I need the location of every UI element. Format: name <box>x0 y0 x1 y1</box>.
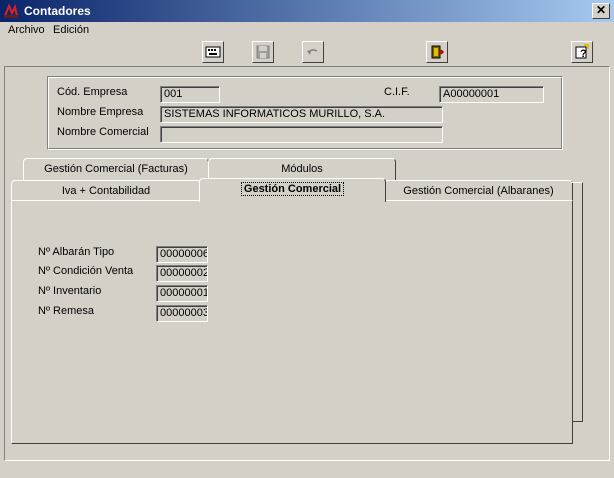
tab-gestion-comercial-label: Gestión Comercial <box>240 182 345 196</box>
menu-edicion[interactable]: Edición <box>53 23 89 39</box>
tab-page-gestion-comercial: Nº Albarán Tipo 00000006 Nº Condición Ve… <box>11 200 573 444</box>
window-title: Contadores <box>24 4 91 18</box>
nombre-empresa-field[interactable]: SISTEMAS INFORMATICOS MURILLO, S.A. <box>160 106 443 123</box>
menu-archivo-label: Archivo <box>8 24 45 36</box>
tab-modulos-label: Módulos <box>281 163 323 175</box>
counter-label: Nº Albarán Tipo <box>38 246 115 258</box>
menu-archivo[interactable]: Archivo <box>8 23 45 39</box>
tab-gestion-comercial-albaranes[interactable]: Gestión Comercial (Albaranes) <box>384 180 573 202</box>
undo-button[interactable] <box>302 41 324 63</box>
counter-label: Nº Inventario <box>38 285 102 297</box>
counter-value-field[interactable]: 00000001 <box>156 285 208 302</box>
keyboard-icon <box>205 46 221 58</box>
nombre-comercial-label: Nombre Comercial <box>57 126 149 138</box>
keyboard-button[interactable] <box>202 41 224 63</box>
cod-empresa-field[interactable]: 001 <box>160 86 220 103</box>
cod-empresa-label: Cód. Empresa <box>57 86 128 98</box>
help-icon: ? <box>575 44 589 60</box>
tab-gestion-comercial-facturas-label: Gestión Comercial (Facturas) <box>44 163 188 175</box>
counter-label: Nº Condición Venta <box>38 265 134 277</box>
tab-iva-contabilidad[interactable]: Iva + Contabilidad <box>11 180 201 202</box>
save-button[interactable] <box>252 41 274 63</box>
tab-gestion-comercial-facturas[interactable]: Gestión Comercial (Facturas) <box>23 158 209 180</box>
undo-icon <box>307 49 318 55</box>
counter-label: Nº Remesa <box>38 305 94 317</box>
tab-gestion-comercial-albaranes-label: Gestión Comercial (Albaranes) <box>403 185 554 197</box>
app-icon[interactable] <box>3 3 19 19</box>
svg-text:?: ? <box>580 48 587 60</box>
nombre-empresa-label: Nombre Empresa <box>57 106 144 118</box>
help-button[interactable]: ? <box>571 41 593 63</box>
save-icon <box>256 45 270 59</box>
tab-modulos[interactable]: Módulos <box>208 158 396 180</box>
exit-icon <box>431 45 445 59</box>
close-button[interactable]: ✕ <box>592 3 610 19</box>
counter-value-field[interactable]: 00000006 <box>156 246 208 263</box>
counter-value-field[interactable]: 00000003 <box>156 305 208 322</box>
menu-edicion-label: Edición <box>53 24 90 36</box>
cif-label: C.I.F. <box>384 86 410 98</box>
tab-iva-contabilidad-label: Iva + Contabilidad <box>61 185 151 197</box>
title-bar[interactable] <box>0 0 614 22</box>
exit-button[interactable] <box>426 41 448 63</box>
nombre-comercial-field[interactable] <box>160 126 443 143</box>
counter-value-field[interactable]: 00000002 <box>156 265 208 282</box>
cif-field[interactable]: A00000001 <box>439 86 544 103</box>
tab-gestion-comercial[interactable]: Gestión Comercial <box>199 178 386 202</box>
